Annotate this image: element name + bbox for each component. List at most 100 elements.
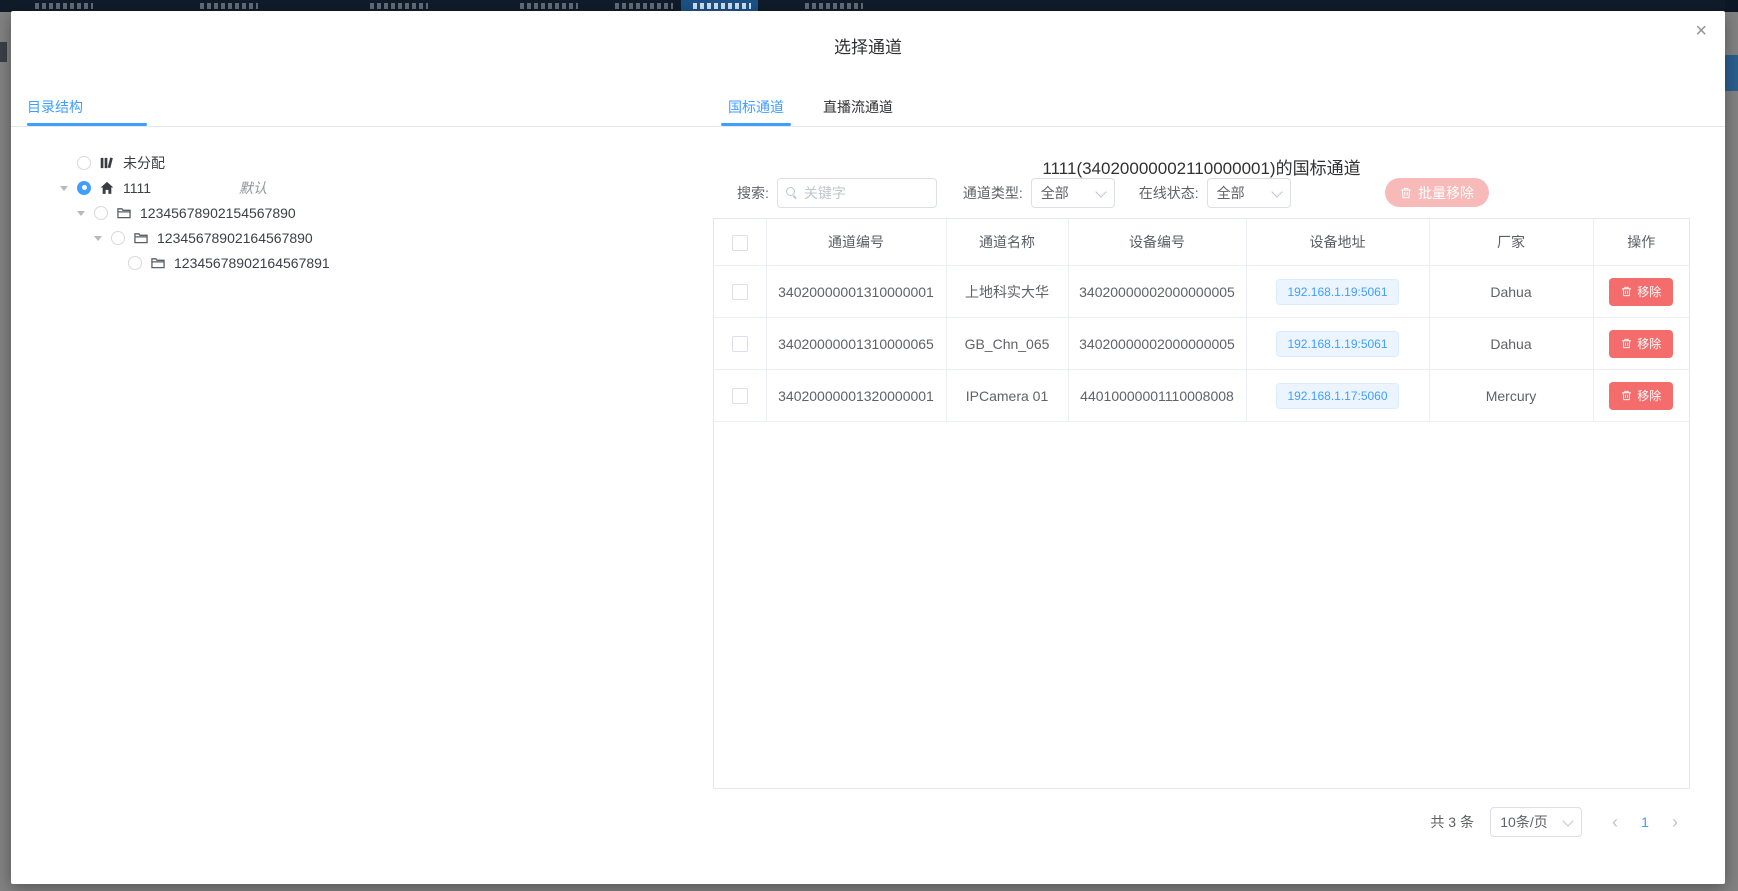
col-vendor: 厂家 [1429,219,1593,266]
chevron-down-icon [1562,815,1573,826]
clipped-nav-item [693,3,751,9]
table-row: 34020000001320000001 IPCamera 01 4401000… [714,370,1689,422]
clipped-nav-item [615,3,673,9]
tree-item-label: 1111 [123,180,151,196]
default-badge: 默认 [239,178,267,198]
remove-button[interactable]: 移除 [1609,330,1673,358]
close-icon[interactable]: × [1695,21,1707,41]
table-header-row: 通道编号 通道名称 设备编号 设备地址 厂家 操作 [714,219,1689,266]
radio-unassigned[interactable] [77,156,91,170]
caret-down-icon[interactable] [92,225,104,250]
clipped-nav-item [805,3,863,9]
radio-folder[interactable] [111,231,125,245]
next-page-icon[interactable]: › [1660,808,1690,836]
cell-channel-name: 上地科实大华 [946,266,1068,318]
tree-item-folder[interactable]: 12345678902164567890 [58,225,678,250]
cell-channel-no: 34020000001310000065 [766,318,946,370]
page-size-value: 10条/页 [1500,812,1547,832]
folder-icon [134,230,150,246]
clipped-nav-item [370,3,428,9]
archive-icon [100,155,116,171]
search-label: 搜索: [737,183,769,203]
home-icon [100,180,116,196]
row-checkbox[interactable] [732,336,748,352]
device-address-tag[interactable]: 192.168.1.17:5060 [1276,383,1398,409]
online-state-select[interactable]: 全部 [1207,178,1291,208]
col-channel-name: 通道名称 [946,219,1068,266]
col-action: 操作 [1593,219,1689,266]
search-icon [786,187,798,199]
row-checkbox[interactable] [732,284,748,300]
cell-device-no: 34020000002000000005 [1068,318,1246,370]
select-all-checkbox[interactable] [732,235,748,251]
cell-device-no: 44010000001110008008 [1068,370,1246,422]
chevron-down-icon [1095,186,1106,197]
clipped-nav-item [520,3,578,9]
cell-channel-no: 34020000001310000001 [766,266,946,318]
pagination: 共 3 条 10条/页 ‹ 1 › [713,807,1690,837]
tree-item-unassigned[interactable]: 未分配 [58,150,678,175]
cell-channel-name: GB_Chn_065 [946,318,1068,370]
tree-item-label: 12345678902154567890 [140,205,296,221]
table-row: 34020000001310000001 上地科实大华 340200000020… [714,266,1689,318]
modal-title: 选择通道 [11,33,1725,58]
tabs-divider [11,126,1725,127]
radio-folder[interactable] [128,256,142,270]
total-count: 共 3 条 [1430,812,1474,832]
col-channel-no: 通道编号 [766,219,946,266]
caret-down-icon[interactable] [75,200,87,225]
batch-remove-button[interactable]: 批量移除 [1385,178,1489,207]
remove-button[interactable]: 移除 [1609,382,1673,410]
device-address-tag[interactable]: 192.168.1.19:5061 [1276,331,1398,357]
trash-icon [1621,338,1632,349]
cell-vendor: Dahua [1429,266,1593,318]
folder-icon [117,205,133,221]
trash-icon [1621,390,1632,401]
radio-folder[interactable] [94,206,108,220]
cell-vendor: Dahua [1429,318,1593,370]
channel-type-value: 全部 [1041,183,1069,203]
col-device-address: 设备地址 [1246,219,1429,266]
background-accent-strip [1725,55,1738,91]
caret-placeholder [58,150,70,175]
search-filter-row: 搜索: 关键字 通道类型: 全部 在线状态: 全部 [737,177,1291,209]
row-checkbox[interactable] [732,388,748,404]
table-row: 34020000001310000065 GB_Chn_065 34020000… [714,318,1689,370]
remove-label: 移除 [1637,387,1661,404]
page-size-select[interactable]: 10条/页 [1490,807,1582,837]
caret-down-icon[interactable] [58,175,70,200]
prev-page-icon[interactable]: ‹ [1600,808,1630,836]
channel-type-label: 通道类型: [963,183,1023,203]
panel-heading: 1111(34020000002110000001)的国标通道 [713,154,1690,179]
search-input[interactable]: 关键字 [777,178,937,208]
cell-channel-no: 34020000001320000001 [766,370,946,422]
tab-directory-structure[interactable]: 目录结构 [27,97,83,117]
tree-item-folder[interactable]: 12345678902154567890 [58,200,678,225]
tab-gb-channel[interactable]: 国标通道 [728,97,784,117]
background-edge [0,42,7,62]
channel-table: 通道编号 通道名称 设备编号 设备地址 厂家 操作 34020000001310… [713,218,1690,789]
cell-device-no: 34020000002000000005 [1068,266,1246,318]
remove-label: 移除 [1637,283,1661,300]
select-channel-modal: 选择通道 × 目录结构 国标通道 直播流通道 未分配 1111 默认 [11,11,1725,884]
chevron-down-icon [1271,186,1282,197]
device-address-tag[interactable]: 192.168.1.19:5061 [1276,279,1398,305]
trash-icon [1400,187,1412,199]
tree-item-label: 12345678902164567891 [174,255,330,271]
tree-item-folder[interactable]: 12345678902164567891 [58,250,678,275]
background-edge [1725,0,1738,12]
page-number-current[interactable]: 1 [1630,814,1660,830]
tree-item-1111[interactable]: 1111 默认 [58,175,678,200]
remove-button[interactable]: 移除 [1609,278,1673,306]
caret-placeholder [109,250,121,275]
online-state-label: 在线状态: [1139,183,1199,203]
tab-live-stream-channel[interactable]: 直播流通道 [823,97,893,117]
col-device-no: 设备编号 [1068,219,1246,266]
directory-tree: 未分配 1111 默认 12345678902154567890 [58,150,678,275]
radio-selected[interactable] [77,181,91,195]
channel-type-select[interactable]: 全部 [1031,178,1115,208]
batch-remove-label: 批量移除 [1418,183,1474,203]
remove-label: 移除 [1637,335,1661,352]
folder-icon [151,255,167,271]
online-state-value: 全部 [1217,183,1245,203]
